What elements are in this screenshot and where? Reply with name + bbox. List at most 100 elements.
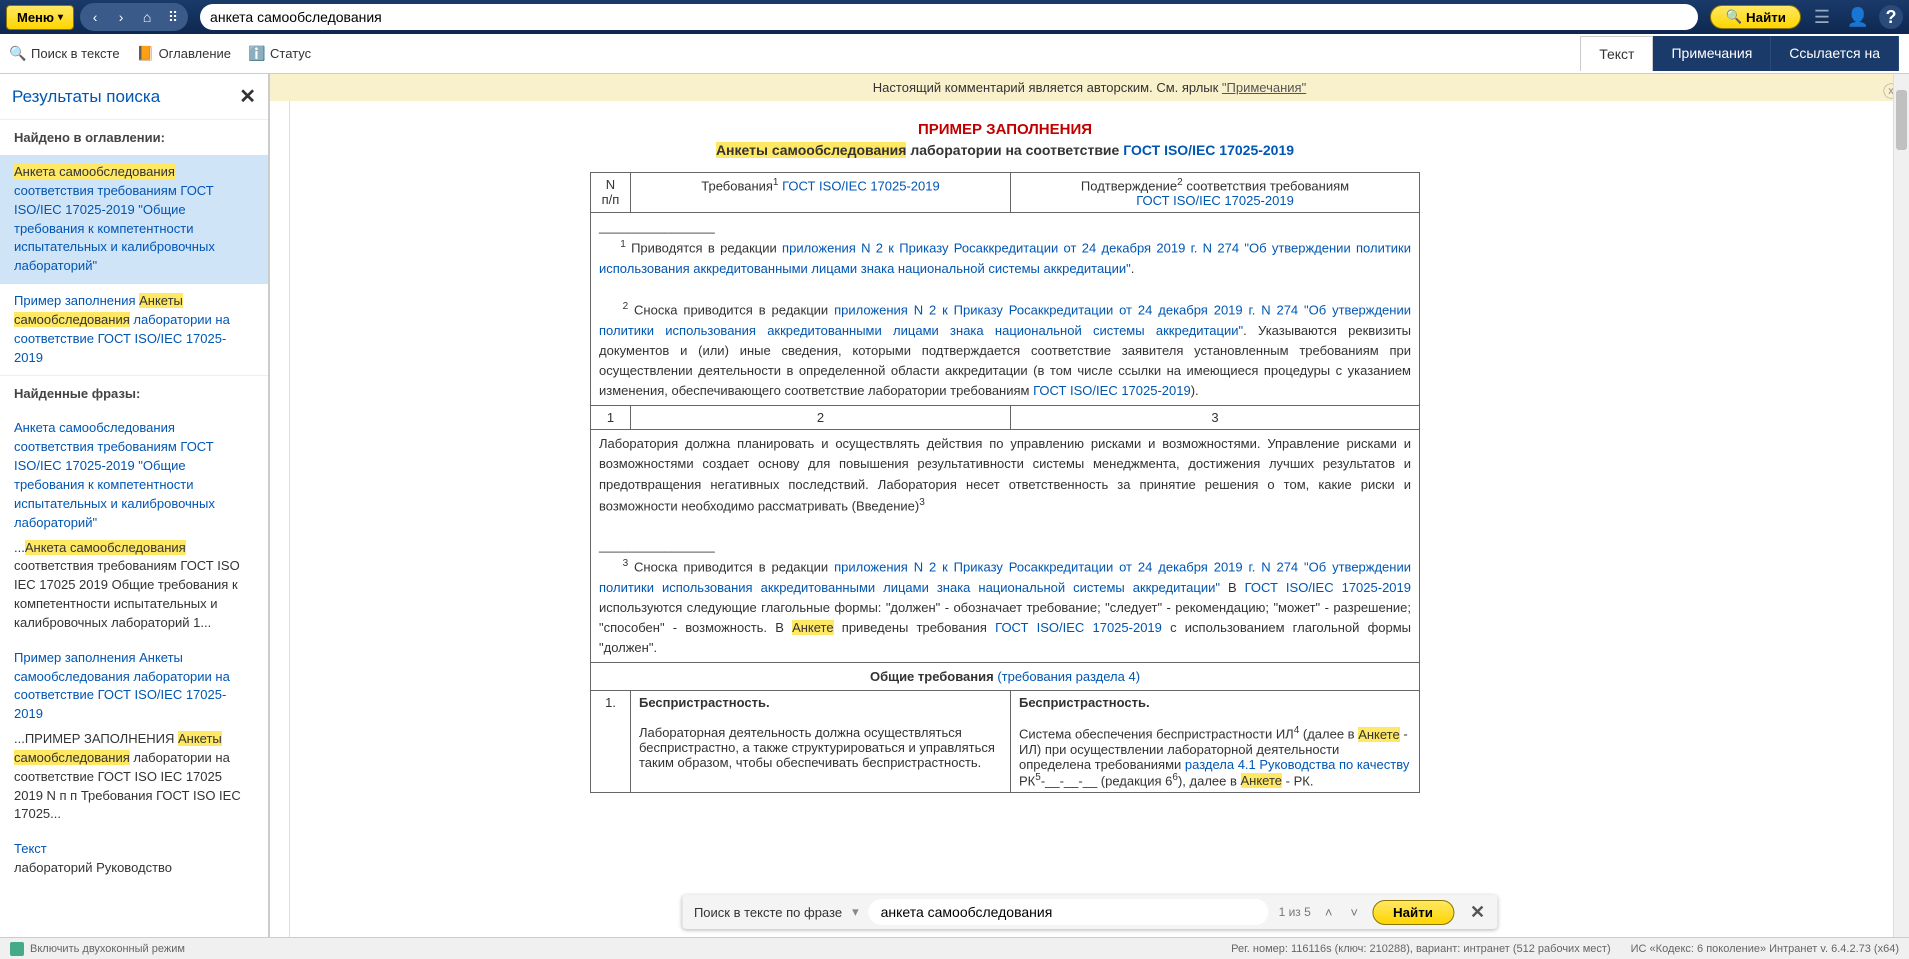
notice-link[interactable]: "Примечания" xyxy=(1222,80,1306,95)
findbar-input[interactable] xyxy=(869,899,1269,925)
fn2-post2: ). xyxy=(1191,383,1199,398)
fn3-link2[interactable]: ГОСТ ISO/IEC 17025-2019 xyxy=(1245,580,1411,595)
help-icon[interactable]: ? xyxy=(1879,5,1903,29)
findbar-count: 1 из 5 xyxy=(1279,905,1311,919)
tab-notes[interactable]: Примечания xyxy=(1653,36,1771,71)
para1-text: Лаборатория должна планировать и осущест… xyxy=(599,436,1411,513)
dual-window-icon[interactable] xyxy=(10,942,24,956)
fn3-hl: Анкете xyxy=(792,620,834,635)
hamburger-icon[interactable]: ☰ xyxy=(1807,3,1837,31)
search-in-text-label: Поиск в тексте xyxy=(31,46,120,61)
fn2-link2[interactable]: ГОСТ ISO/IEC 17025-2019 xyxy=(1033,383,1191,398)
h-col1b: п/п xyxy=(602,192,620,207)
fn3-link3[interactable]: ГОСТ ISO/IEC 17025-2019 xyxy=(995,620,1162,635)
top-toolbar: Меню ‹ › ⌂ ⠿ 🔍 Найти ☰ 👤 ? xyxy=(0,0,1909,34)
find-label: Найти xyxy=(1746,10,1786,25)
h-col3-post: соответствия требованиям xyxy=(1183,178,1349,193)
phrase-result-3[interactable]: Текст лабораторий Руководство xyxy=(0,832,268,886)
forward-icon[interactable]: › xyxy=(108,5,134,29)
sec-general-link[interactable]: (требования раздела 4) xyxy=(997,669,1140,684)
row1-body2: Лабораторная деятельность должна осущест… xyxy=(639,725,995,770)
row1-b3-hl1: Анкете xyxy=(1358,727,1400,742)
doc-page: ПРИМЕР ЗАПОЛНЕНИЯ Анкеты самообследовани… xyxy=(290,101,1909,937)
search-in-text-button[interactable]: 🔍 Поиск в тексте xyxy=(10,46,120,62)
sec-general-pre: Общие требования xyxy=(870,669,997,684)
ph3-post: лабораторий Руководство xyxy=(14,859,254,878)
rnum-1: 1 xyxy=(591,406,631,430)
toc-label: Оглавление xyxy=(159,46,231,61)
vertical-scrollbar[interactable] xyxy=(1893,101,1909,937)
tab-refs[interactable]: Ссылается на xyxy=(1771,36,1899,71)
back-icon[interactable]: ‹ xyxy=(82,5,108,29)
ph2-pre: ...ПРИМЕР ЗАПОЛНЕНИЯ xyxy=(14,731,178,746)
row1-b3-pre: Система обеспечения беспристрастности ИЛ xyxy=(1019,727,1294,742)
fn3-pre: Сноска приводится в редакции xyxy=(634,560,834,575)
findbar-close-icon[interactable]: ✕ xyxy=(1470,902,1485,923)
h-col2-link[interactable]: ГОСТ ISO/IEC 17025-2019 xyxy=(782,178,940,193)
global-find-button[interactable]: 🔍 Найти xyxy=(1710,5,1801,29)
book-icon: 📙 xyxy=(138,46,154,62)
footnotes-block-1: ________________ 1 Приводятся в редакции… xyxy=(591,213,1420,406)
chevron-down-icon[interactable]: ▾ xyxy=(852,904,859,920)
home-icon[interactable]: ⌂ xyxy=(134,5,160,29)
info-warning-icon: ℹ️ xyxy=(249,46,265,62)
status-sys: ИС «Кодекс: 6 поколение» Интранет v. 6.4… xyxy=(1631,943,1899,955)
magnifier-icon: 🔍 xyxy=(10,46,26,62)
search-icon: 🔍 xyxy=(1725,9,1742,25)
toc1-rest: соответствия требованиям ГОСТ ISO/IEC 17… xyxy=(14,183,215,273)
ph2-link: Пример заполнения Анкеты самообследовани… xyxy=(14,649,254,724)
tab-text[interactable]: Текст xyxy=(1580,36,1653,71)
sub-toolbar: 🔍 Поиск в тексте 📙 Оглавление ℹ️Статус Тек… xyxy=(0,34,1909,74)
ph1-pre: ... xyxy=(14,540,25,555)
doc-title-1: ПРИМЕР ЗАПОЛНЕНИЯ xyxy=(590,121,1420,138)
status-reg: Рег. номер: 116116s (ключ: 210288), вари… xyxy=(1231,943,1611,955)
found-in-toc-header: Найдено в оглавлении: xyxy=(0,120,268,155)
global-search-input[interactable] xyxy=(210,9,1688,25)
toc-result-1[interactable]: Анкета самообследования соответствия тре… xyxy=(0,155,268,284)
phrase-result-2[interactable]: Пример заполнения Анкеты самообследовани… xyxy=(0,641,268,833)
h-col3-link[interactable]: ГОСТ ISO/IEC 17025-2019 xyxy=(1136,193,1294,208)
scroll-thumb[interactable] xyxy=(1896,101,1907,150)
doc-title-2: Анкеты самообследования лаборатории на с… xyxy=(590,142,1420,158)
row1-b3-mid4: -__-__-__ (редакция 6 xyxy=(1041,773,1173,788)
row1-num: 1. xyxy=(591,691,631,793)
toc2-pre: Пример заполнения xyxy=(14,293,139,308)
nav-pill: ‹ › ⌂ ⠿ xyxy=(80,3,188,31)
toc-button[interactable]: 📙 Оглавление xyxy=(138,46,231,62)
profile-icon[interactable]: 👤 xyxy=(1843,3,1873,31)
para-risks: Лаборатория должна планировать и осущест… xyxy=(591,430,1420,663)
toc-result-2[interactable]: Пример заполнения Анкеты самообследовани… xyxy=(0,284,268,375)
title2-link[interactable]: ГОСТ ISO/IEC 17025-2019 xyxy=(1123,142,1294,158)
row1-b3-mid5: ), далее в xyxy=(1178,773,1241,788)
status-bar: Включить двухоконный режим Рег. номер: 1… xyxy=(0,937,1909,959)
row1-b3-link[interactable]: раздела 4.1 Руководства по качеству xyxy=(1185,757,1409,772)
ph1-post: соответствия требованиям ГОСТ ISO IEC 17… xyxy=(14,558,240,630)
fn2-pre: Сноска приводится в редакции xyxy=(634,303,834,318)
row1-b3-mid3: РК xyxy=(1019,773,1035,788)
find-in-page-bar: Поиск в тексте по фразе ▾ 1 из 5 ˄ ˅ Най… xyxy=(682,895,1497,929)
doc-tabs: Текст Примечания Ссылается на xyxy=(1580,36,1899,71)
h-col3-pre: Подтверждение xyxy=(1081,178,1177,193)
apps-icon[interactable]: ⠿ xyxy=(160,5,186,29)
rnum-3: 3 xyxy=(1011,406,1420,430)
doc-scroll[interactable]: ПРИМЕР ЗАПОЛНЕНИЯ Анкеты самообследовани… xyxy=(270,101,1909,937)
found-phrases-header: Найденные фразы: xyxy=(0,375,268,411)
fn3-post3: приведены требования xyxy=(834,620,996,635)
fn3-post1: В xyxy=(1220,580,1245,595)
menu-button[interactable]: Меню xyxy=(6,5,74,30)
sidebar-title: Результаты поиска xyxy=(12,87,160,107)
close-sidebar-icon[interactable]: ✕ xyxy=(239,84,256,109)
find-prev-icon[interactable]: ˄ xyxy=(1321,905,1337,920)
ph3-link: Текст xyxy=(14,840,254,859)
notice-bar: Настоящий комментарий является авторским… xyxy=(270,74,1909,101)
notice-text: Настоящий комментарий является авторским… xyxy=(873,80,1222,95)
find-next-icon[interactable]: ˅ xyxy=(1346,905,1362,920)
findbar-find-button[interactable]: Найти xyxy=(1372,900,1454,925)
h-col2-pre: Требования xyxy=(701,178,773,193)
dual-window-label[interactable]: Включить двухоконный режим xyxy=(30,943,185,955)
row1-b3-mid1: (далее в xyxy=(1299,727,1358,742)
section-general: Общие требования (требования раздела 4) xyxy=(591,663,1420,691)
title2-hl: Анкеты самообследования xyxy=(716,142,907,158)
phrase-result-1[interactable]: Анкета самообследования соответствия тре… xyxy=(0,411,268,640)
status-button[interactable]: ℹ️Статус xyxy=(249,46,311,62)
